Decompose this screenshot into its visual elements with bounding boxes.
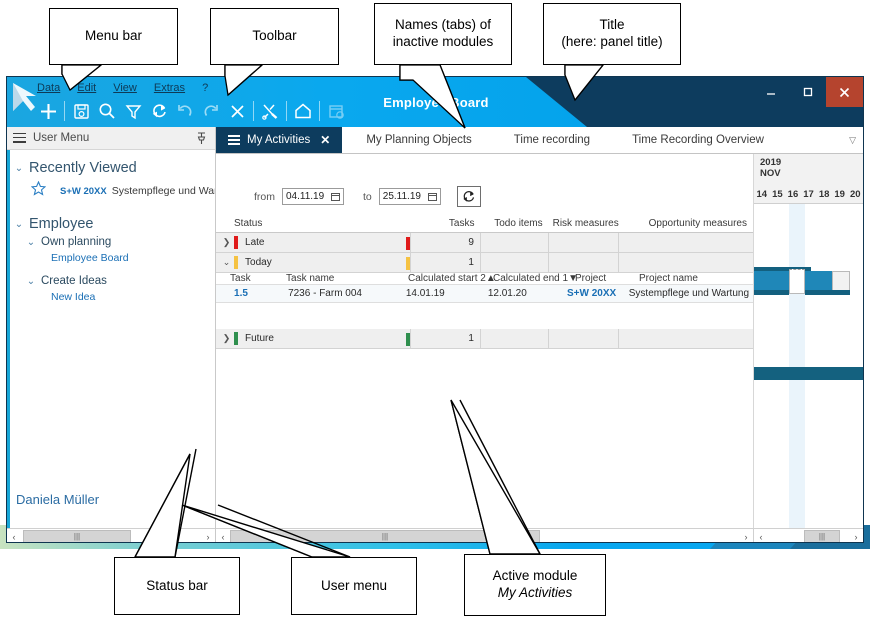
annotation-active-module-line2: My Activities xyxy=(497,585,573,600)
annotation-user-menu: User menu xyxy=(291,557,417,615)
annotation-inactive-tabs: Names (tabs) of inactive modules xyxy=(374,3,512,65)
annotation-title-line1: Title xyxy=(599,17,625,33)
annotation-inactive-tabs-line2: inactive modules xyxy=(392,34,494,49)
annotation-toolbar: Toolbar xyxy=(210,8,339,65)
annotation-inactive-tabs-line1: Names (tabs) of xyxy=(394,17,492,33)
annotation-menu-bar: Menu bar xyxy=(49,8,178,65)
annotation-title-line2: (here: panel title) xyxy=(561,34,663,49)
leader-pointer-masks xyxy=(61,64,605,558)
annotation-status-bar: Status bar xyxy=(114,557,240,615)
annotation-active-module-line1: Active module xyxy=(492,568,578,584)
annotation-toolbar-label: Toolbar xyxy=(252,28,297,44)
annotation-status-bar-label: Status bar xyxy=(146,577,208,593)
annotation-active-module: Active module My Activities xyxy=(464,554,606,616)
annotation-menu-bar-label: Menu bar xyxy=(84,28,143,44)
annotation-user-menu-label: User menu xyxy=(320,577,388,593)
annotation-title: Title (here: panel title) xyxy=(543,3,681,65)
